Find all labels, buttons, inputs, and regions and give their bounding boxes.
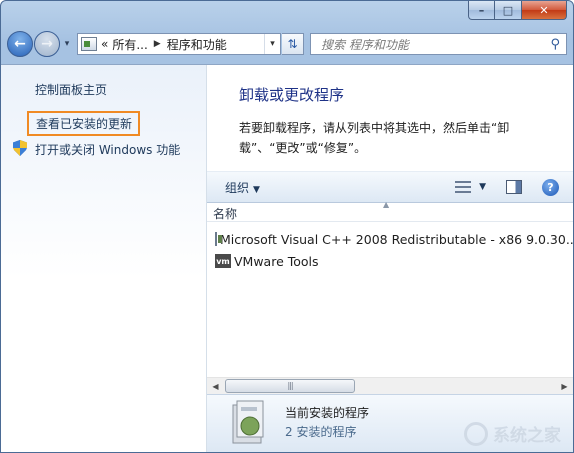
scroll-left-icon[interactable]: ◀ bbox=[207, 378, 224, 395]
preview-pane-icon[interactable] bbox=[506, 180, 522, 194]
page-title: 卸载或更改程序 bbox=[239, 86, 345, 104]
watermark: 系统之家 bbox=[464, 421, 561, 446]
program-icon bbox=[215, 232, 222, 246]
installed-programs-icon bbox=[232, 400, 264, 444]
forward-button[interactable]: → bbox=[34, 31, 60, 57]
refresh-icon: ⇅ bbox=[287, 37, 298, 51]
close-button[interactable]: ✕ bbox=[522, 1, 567, 20]
column-header-name[interactable]: 名称 bbox=[213, 205, 237, 222]
caption-buttons: – □ ✕ bbox=[468, 1, 567, 20]
view-installed-updates-link[interactable]: 查看已安装的更新 bbox=[27, 111, 141, 136]
list-item[interactable]: vm VMware Tools bbox=[207, 250, 573, 272]
details-title: 当前安装的程序 bbox=[285, 406, 370, 420]
recent-pages-dropdown[interactable]: ▾ bbox=[61, 39, 73, 49]
program-name: Microsoft Visual C++ 2008 Redistributabl… bbox=[220, 231, 573, 247]
main-pane: 卸载或更改程序 若要卸载程序，请从列表中将其选中，然后单击“卸载”、“更改”或“… bbox=[207, 65, 573, 452]
vmware-icon: vm bbox=[215, 254, 231, 268]
navigation-bar: ← → ▾ « 所有... ▶ 程序和功能 ▾ ⇅ 搜索 程序和功能 ⚲ bbox=[7, 29, 567, 59]
windows-features-link[interactable]: 打开或关闭 Windows 功能 bbox=[35, 141, 180, 158]
help-icon[interactable]: ? bbox=[542, 178, 559, 196]
scrollbar-thumb[interactable]: ||| bbox=[225, 379, 355, 393]
maximize-button[interactable]: □ bbox=[495, 1, 522, 20]
chevron-down-icon: ▼ bbox=[253, 184, 260, 195]
watermark-text: 系统之家 bbox=[493, 426, 561, 446]
breadcrumb-separator-icon[interactable]: ▶ bbox=[154, 39, 161, 49]
minimize-button[interactable]: – bbox=[468, 1, 495, 20]
column-header-row: ▲ 名称 bbox=[207, 200, 573, 222]
view-options-icon[interactable] bbox=[455, 181, 472, 193]
details-pane: 当前安装的程序 2 安装的程序 系统之家 bbox=[207, 394, 573, 452]
command-toolbar: 组织 ▼ ▼ ? bbox=[207, 171, 573, 203]
control-panel-home-link[interactable]: 控制面板主页 bbox=[35, 81, 107, 98]
search-input[interactable]: 搜索 程序和功能 ⚲ bbox=[310, 33, 567, 55]
view-dropdown-icon[interactable]: ▼ bbox=[479, 182, 486, 192]
left-task-pane: 控制面板主页 查看已安装的更新 打开或关闭 Windows 功能 bbox=[1, 65, 207, 452]
list-item[interactable]: Microsoft Visual C++ 2008 Redistributabl… bbox=[207, 228, 573, 250]
program-features-window: – □ ✕ ← → ▾ « 所有... ▶ 程序和功能 ▾ ⇅ 搜索 程序和功能… bbox=[0, 0, 574, 453]
uac-shield-icon bbox=[13, 140, 27, 156]
breadcrumb-programs-features[interactable]: 程序和功能 bbox=[167, 36, 227, 53]
horizontal-scrollbar[interactable]: ◀ ||| ▶ bbox=[207, 377, 573, 394]
back-button[interactable]: ← bbox=[7, 31, 33, 57]
control-panel-icon bbox=[81, 37, 97, 51]
search-icon[interactable]: ⚲ bbox=[550, 37, 560, 52]
page-description: 若要卸载程序，请从列表中将其选中，然后单击“卸载”、“更改”或“修复”。 bbox=[239, 121, 510, 155]
watermark-logo-icon bbox=[464, 421, 488, 446]
details-count: 2 安装的程序 bbox=[285, 425, 357, 439]
program-name: VMware Tools bbox=[234, 253, 319, 269]
scroll-right-icon[interactable]: ▶ bbox=[556, 378, 573, 395]
content-area: 控制面板主页 查看已安装的更新 打开或关闭 Windows 功能 卸载或更改程序… bbox=[1, 64, 573, 452]
search-placeholder: 搜索 程序和功能 bbox=[321, 37, 409, 52]
organize-menu-button[interactable]: 组织 ▼ bbox=[225, 179, 260, 196]
refresh-button[interactable]: ⇅ bbox=[282, 33, 304, 55]
address-dropdown-icon[interactable]: ▾ bbox=[264, 34, 280, 54]
breadcrumb-all-items[interactable]: 所有... bbox=[112, 36, 147, 53]
address-prefix[interactable]: « bbox=[101, 37, 108, 51]
sort-ascending-icon: ▲ bbox=[383, 200, 390, 209]
address-bar[interactable]: « 所有... ▶ 程序和功能 ▾ bbox=[77, 33, 281, 55]
program-list: Microsoft Visual C++ 2008 Redistributabl… bbox=[207, 228, 573, 272]
organize-label: 组织 bbox=[225, 180, 250, 195]
